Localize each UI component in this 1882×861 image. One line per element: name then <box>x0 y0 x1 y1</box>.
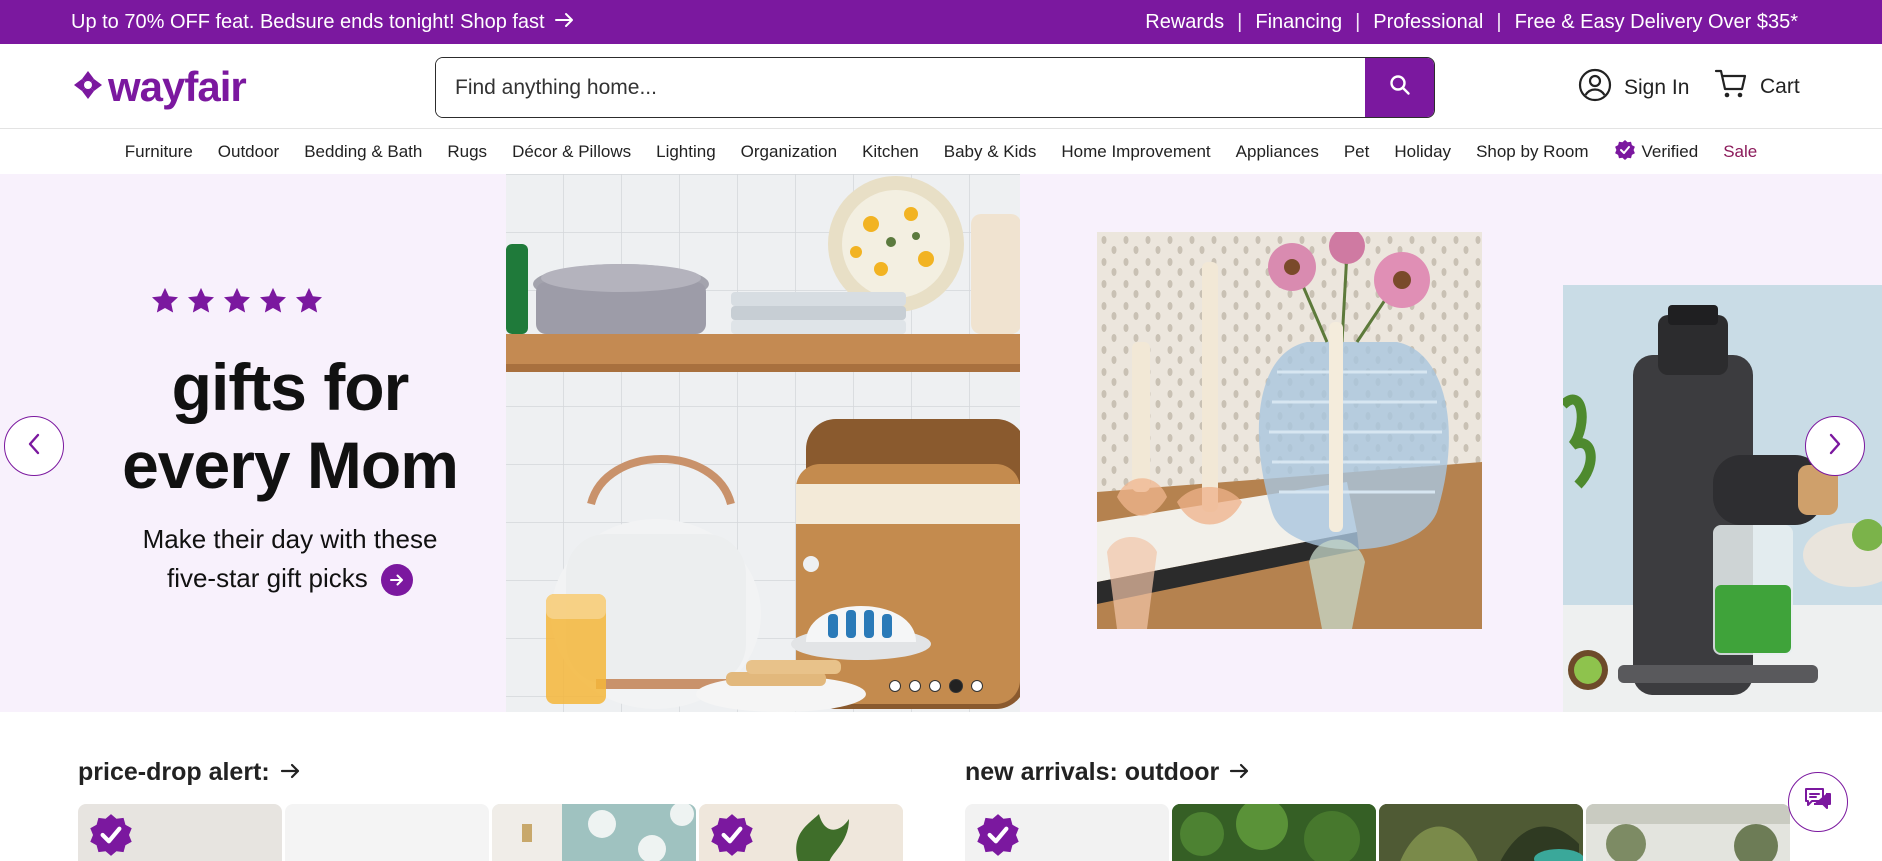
product-tile[interactable] <box>1379 804 1583 861</box>
hero-image-vase[interactable] <box>1097 232 1482 629</box>
new-arrivals-title: new arrivals: outdoor <box>965 758 1220 786</box>
divider: | <box>1355 10 1361 33</box>
professional-link[interactable]: Professional <box>1373 11 1483 34</box>
arrow-right-icon <box>280 758 302 787</box>
nav-decor-pillows[interactable]: Décor & Pillows <box>500 142 644 162</box>
wayfair-pinwheel-icon <box>72 69 104 106</box>
chevron-right-icon <box>1828 432 1842 461</box>
price-drop-tiles <box>78 804 903 861</box>
nav-outdoor[interactable]: Outdoor <box>205 142 291 162</box>
headline-line-2: every Mom <box>122 428 459 502</box>
divider: | <box>1237 10 1243 33</box>
star-icon <box>260 287 286 313</box>
product-tile[interactable] <box>1172 804 1376 861</box>
divider: | <box>1496 10 1502 33</box>
financing-link[interactable]: Financing <box>1255 11 1342 34</box>
cart-button[interactable]: Cart <box>1714 68 1800 106</box>
carousel-dot[interactable] <box>889 680 901 692</box>
star-icon <box>188 287 214 313</box>
free-delivery-link[interactable]: Free & Easy Delivery Over $35* <box>1515 11 1798 34</box>
nav-furniture[interactable]: Furniture <box>112 142 205 162</box>
nav-shop-by-room[interactable]: Shop by Room <box>1464 142 1601 162</box>
nav-rugs[interactable]: Rugs <box>435 142 500 162</box>
product-tile[interactable] <box>1586 804 1790 861</box>
nav-organization[interactable]: Organization <box>728 142 849 162</box>
carousel-next-button[interactable] <box>1805 416 1865 476</box>
product-tile[interactable] <box>699 804 903 861</box>
hero-subline: Make their day with these five-star gift… <box>70 520 510 598</box>
search-input[interactable] <box>436 58 1365 117</box>
carousel-dot[interactable] <box>971 680 983 692</box>
five-star-rating <box>150 286 324 316</box>
arrow-circle-icon[interactable] <box>381 564 414 597</box>
verified-badge-icon <box>1614 139 1636 166</box>
chevron-left-icon <box>27 432 41 461</box>
arrow-right-icon <box>554 11 575 34</box>
sign-in-button[interactable]: Sign In <box>1578 68 1689 108</box>
nav-sale[interactable]: Sale <box>1711 142 1770 162</box>
price-drop-section-link[interactable]: price-drop alert: <box>78 758 302 787</box>
hero-carousel: gifts for every Mom Make their day with … <box>0 174 1882 712</box>
product-tile[interactable] <box>492 804 696 861</box>
nav-verified[interactable]: Verified <box>1601 139 1711 166</box>
user-circle-icon <box>1578 68 1612 108</box>
promo-links: Rewards | Financing | Professional | Fre… <box>1145 11 1798 34</box>
verified-badge-icon <box>709 812 755 861</box>
promo-link[interactable]: Up to 70% OFF feat. Bedsure ends tonight… <box>71 11 575 34</box>
nav-home-improvement[interactable]: Home Improvement <box>1049 142 1223 162</box>
verified-badge-icon <box>975 812 1021 861</box>
carousel-dot[interactable] <box>909 680 921 692</box>
sign-in-label: Sign In <box>1624 76 1690 99</box>
verified-badge-icon <box>88 812 134 861</box>
star-icon <box>224 287 250 313</box>
nav-appliances[interactable]: Appliances <box>1223 142 1331 162</box>
category-nav: Furniture Outdoor Bedding & Bath Rugs Dé… <box>0 130 1882 174</box>
new-arrivals-section-link[interactable]: new arrivals: outdoor <box>965 758 1251 787</box>
headline-line-1: gifts for <box>171 350 410 424</box>
search-bar <box>435 57 1435 118</box>
chat-icon <box>1803 786 1833 819</box>
cart-label: Cart <box>1760 75 1800 98</box>
star-icon <box>152 287 178 313</box>
nav-baby-kids[interactable]: Baby & Kids <box>931 142 1049 162</box>
nav-kitchen[interactable]: Kitchen <box>850 142 932 162</box>
subline-line-2-wrap: five-star gift picks <box>70 559 510 598</box>
verified-label: Verified <box>1641 142 1699 161</box>
product-tile[interactable] <box>78 804 282 861</box>
site-header: wayfair Sign In Cart <box>0 44 1882 129</box>
carousel-prev-button[interactable] <box>4 416 64 476</box>
star-icon <box>296 287 322 313</box>
nav-pet[interactable]: Pet <box>1331 142 1382 162</box>
new-arrivals-tiles <box>965 804 1790 861</box>
nav-lighting[interactable]: Lighting <box>644 142 729 162</box>
nav-holiday[interactable]: Holiday <box>1382 142 1464 162</box>
search-button[interactable] <box>1365 58 1434 117</box>
hero-headline: gifts for every Mom <box>50 348 530 504</box>
cart-icon <box>1714 68 1748 106</box>
promo-text[interactable]: Up to 70% OFF feat. Bedsure ends tonight… <box>71 11 545 34</box>
subline-line-1: Make their day with these <box>142 524 438 554</box>
hero-image-kitchen[interactable] <box>506 174 1020 712</box>
nav-bedding-bath[interactable]: Bedding & Bath <box>292 142 435 162</box>
hero-image-juicer[interactable] <box>1563 285 1882 712</box>
arrow-right-icon <box>1229 758 1251 787</box>
chat-button[interactable] <box>1788 772 1848 832</box>
promo-bar: Up to 70% OFF feat. Bedsure ends tonight… <box>0 0 1882 44</box>
carousel-dot-active[interactable] <box>949 679 963 693</box>
product-tile[interactable] <box>285 804 489 861</box>
logo-text: wayfair <box>108 63 247 110</box>
product-tile[interactable] <box>965 804 1169 861</box>
subline-line-2: five-star gift picks <box>166 563 368 593</box>
hero-text-block[interactable]: gifts for every Mom Make their day with … <box>50 174 459 712</box>
wayfair-logo[interactable]: wayfair <box>72 63 247 110</box>
carousel-dots <box>889 679 983 693</box>
carousel-dot[interactable] <box>929 680 941 692</box>
search-icon <box>1389 74 1411 101</box>
rewards-link[interactable]: Rewards <box>1145 11 1224 34</box>
price-drop-title: price-drop alert: <box>78 758 270 786</box>
